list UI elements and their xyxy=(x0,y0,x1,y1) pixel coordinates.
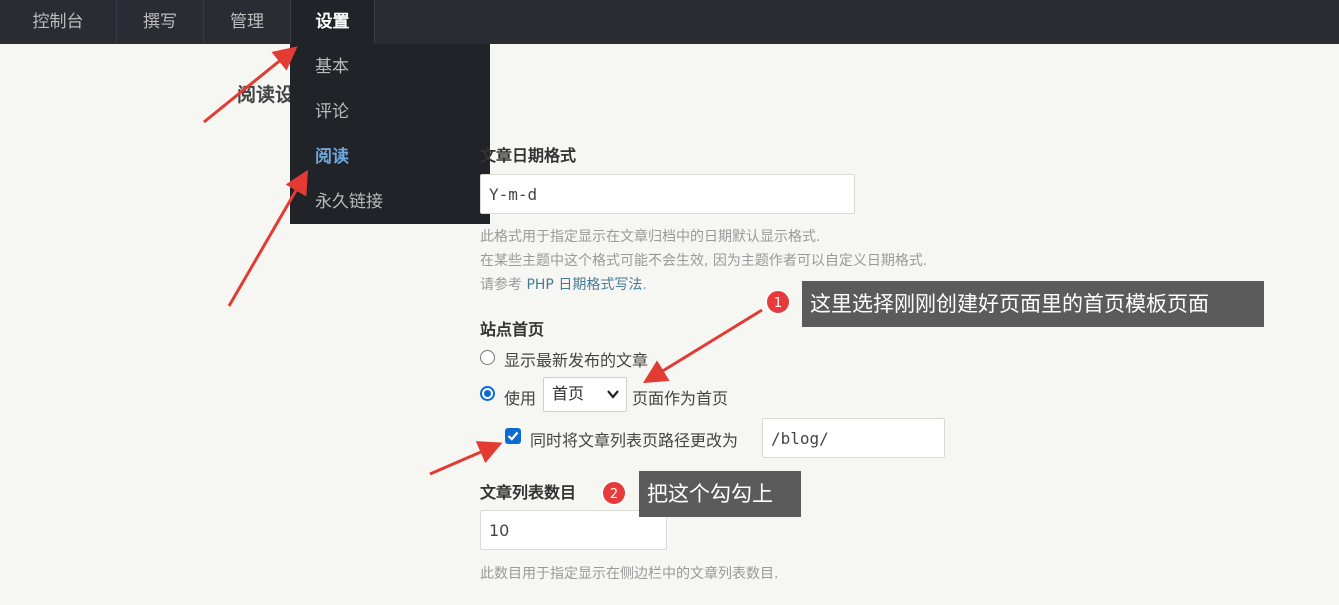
nav-item-write[interactable]: 撰写 xyxy=(117,0,204,44)
change-path-checkbox[interactable] xyxy=(505,428,521,444)
date-format-desc-1: 此格式用于指定显示在文章归档中的日期默认显示格式. xyxy=(480,229,821,245)
date-format-desc-2: 在某些主题中这个格式可能不会生效, 因为主题作者可以自定义日期格式. xyxy=(480,253,928,269)
date-format-desc-prefix: 请参考 xyxy=(480,277,522,293)
page-title: 阅读设置 xyxy=(237,84,290,106)
radio-use-page-prefix: 使用 xyxy=(504,389,537,408)
radio-show-latest-label: 显示最新发布的文章 xyxy=(504,351,649,370)
annotation-callout-2: 把这个勾勾上 xyxy=(639,471,801,517)
top-nav-bar: 控制台 撰写 管理 设置 xyxy=(0,0,1339,44)
post-count-desc: 此数目用于指定显示在侧边栏中的文章列表数目. xyxy=(480,566,779,582)
radio-show-latest[interactable] xyxy=(480,350,495,365)
php-date-format-link[interactable]: PHP 日期格式写法 xyxy=(526,277,642,293)
annotation-badge-2: 2 xyxy=(601,480,627,506)
date-format-desc-suffix: . xyxy=(642,277,647,293)
menu-item-comments[interactable]: 评论 xyxy=(315,100,349,124)
checkmark-icon xyxy=(507,431,519,441)
post-count-label: 文章列表数目 xyxy=(480,483,577,502)
front-page-label: 站点首页 xyxy=(480,320,545,339)
menu-item-reading[interactable]: 阅读 xyxy=(315,145,349,169)
arrow-to-select xyxy=(642,308,763,384)
date-format-input[interactable] xyxy=(480,174,855,214)
date-format-desc-3: 请参考 PHP 日期格式写法. xyxy=(480,274,647,294)
radio-use-page-suffix: 页面作为首页 xyxy=(632,389,729,408)
blog-path-input[interactable] xyxy=(762,418,945,458)
date-format-label: 文章日期格式 xyxy=(480,146,577,165)
menu-item-basic[interactable]: 基本 xyxy=(315,55,349,79)
settings-dropdown-menu: 基本 评论 阅读 永久链接 xyxy=(290,44,490,224)
nav-item-settings[interactable]: 设置 xyxy=(291,0,375,44)
menu-item-permalink[interactable]: 永久链接 xyxy=(315,190,383,214)
arrow-to-checkbox xyxy=(429,441,503,476)
annotation-badge-1: 1 xyxy=(765,289,791,315)
annotation-callout-1: 这里选择刚刚创建好页面里的首页模板页面 xyxy=(802,281,1264,327)
front-page-select-value: 首页 xyxy=(552,384,585,403)
chevron-down-icon xyxy=(607,390,619,399)
front-page-select[interactable]: 首页 xyxy=(543,377,627,412)
radio-use-page[interactable] xyxy=(480,386,495,401)
nav-item-dashboard[interactable]: 控制台 xyxy=(0,0,117,44)
change-path-checkbox-label: 同时将文章列表页路径更改为 xyxy=(530,431,739,450)
nav-item-manage[interactable]: 管理 xyxy=(204,0,291,44)
